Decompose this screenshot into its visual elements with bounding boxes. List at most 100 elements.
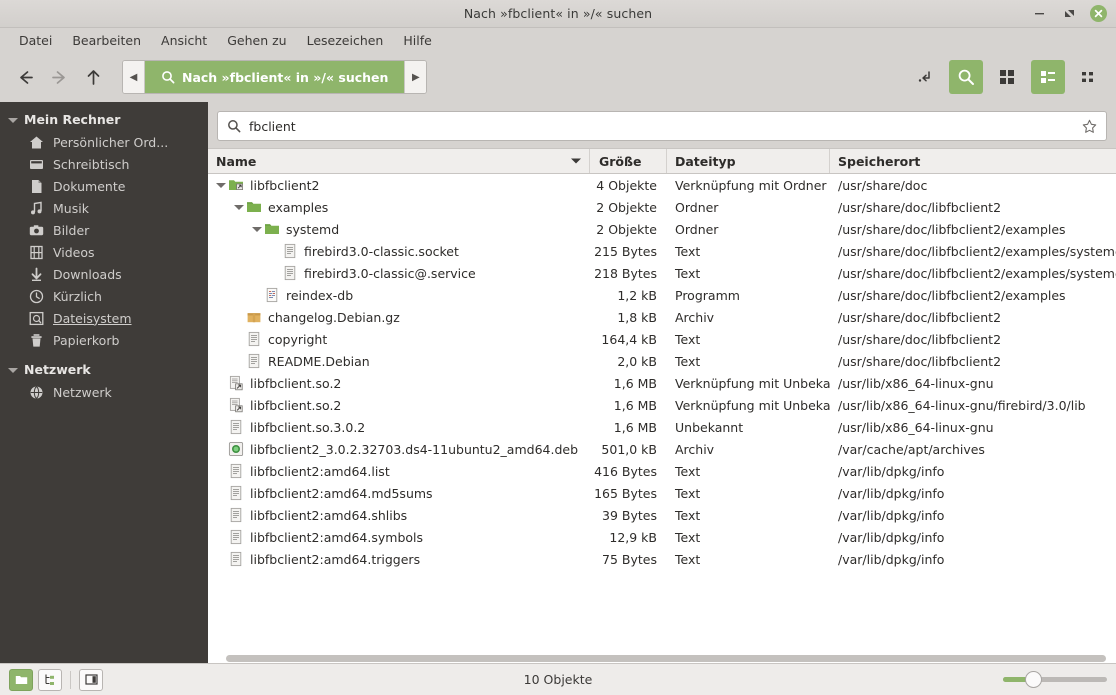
text-file-icon [228, 485, 244, 501]
table-row[interactable]: libfbclient2:amd64.list 416 Bytes Text/var… [208, 460, 1116, 482]
status-separator [70, 670, 71, 689]
sidebar-item-musik[interactable]: Musik [0, 197, 208, 219]
close-icon[interactable] [1090, 5, 1107, 22]
scrollbar-thumb[interactable] [226, 655, 1106, 662]
path-scroll-right-button[interactable]: ▶ [404, 61, 427, 93]
file-list[interactable]: libfbclient2 4 Objekte Verknüpfung mit Ord… [208, 174, 1116, 654]
expander-placeholder [232, 332, 246, 346]
table-row[interactable]: changelog.Debian.gz 1,8 kB Archiv/usr/shar… [208, 306, 1116, 328]
column-header-size[interactable]: Größe [590, 149, 667, 173]
expander-placeholder [214, 464, 228, 478]
expander-placeholder [214, 442, 228, 456]
document-icon [28, 178, 44, 194]
sidebar-item-dateisystem[interactable]: Dateisystem [0, 307, 208, 329]
sidebar-group-netzwerk[interactable]: Netzwerk [0, 358, 208, 381]
path-scroll-left-button[interactable]: ◀ [123, 61, 145, 93]
sidebar-toggle[interactable] [79, 668, 103, 691]
file-name-label: copyright [268, 331, 328, 347]
slider-knob[interactable] [1025, 671, 1042, 688]
expander-open-icon[interactable] [214, 178, 228, 192]
table-row[interactable]: libfbclient2 4 Objekte Verknüpfung mit Ord… [208, 174, 1116, 196]
table-row[interactable]: libfbclient2:amd64.triggers 75 Bytes Text /… [208, 548, 1116, 570]
table-row[interactable]: libfbclient.so.2 1,6 MB Verknüpfung mit Un… [208, 394, 1116, 416]
star-icon[interactable] [1082, 119, 1097, 134]
script-file-icon [264, 287, 280, 303]
table-row[interactable]: systemd 2 Objekte Ordner/usr/share/doc/lib… [208, 218, 1116, 240]
expander-open-icon[interactable] [232, 200, 246, 214]
breadcrumb[interactable]: Nach »fbclient« in »/« suchen [145, 61, 405, 93]
icon-view-toggle[interactable] [9, 668, 33, 691]
table-row[interactable]: reindex-db 1,2 kB Programm/usr/share/doc/l… [208, 284, 1116, 306]
table-row[interactable]: libfbclient.so.3.0.2 1,6 MB Unbekannt/usr/… [208, 416, 1116, 438]
list-view-icon[interactable] [1031, 60, 1065, 94]
camera-icon [28, 222, 44, 238]
table-row[interactable]: copyright 164,4 kB Text/usr/share/doc/libf… [208, 328, 1116, 350]
table-row[interactable]: libfbclient2:amd64.md5sums 165 Bytes Text /… [208, 482, 1116, 504]
file-name-cell: libfbclient2:amd64.triggers [208, 551, 590, 567]
column-header-name[interactable]: Name [208, 149, 590, 173]
tree-view-toggle[interactable] [38, 668, 62, 691]
menu-gehen-zu[interactable]: Gehen zu [218, 30, 295, 51]
menu-bearbeiten[interactable]: Bearbeiten [63, 30, 150, 51]
restore-icon[interactable] [1060, 5, 1078, 23]
column-header-type[interactable]: Dateityp [667, 149, 830, 173]
sidebar-item-kuerzlich[interactable]: Kürzlich [0, 285, 208, 307]
file-name-cell: copyright [208, 331, 590, 347]
compact-view-icon[interactable] [1072, 60, 1106, 94]
forward-arrow-icon[interactable] [42, 60, 76, 94]
grid-view-icon[interactable] [990, 60, 1024, 94]
column-header-label: Dateityp [675, 153, 736, 169]
sidebar-item-bilder[interactable]: Bilder [0, 219, 208, 241]
table-row[interactable]: firebird3.0-classic.socket 215 Bytes Text /… [208, 240, 1116, 262]
search-button[interactable] [949, 60, 983, 94]
search-input[interactable]: fbclient [217, 111, 1107, 141]
zoom-slider[interactable] [1003, 671, 1107, 688]
sidebar-item-persoenlicher-ordner[interactable]: Persönlicher Ord... [0, 131, 208, 153]
file-type-cell: Text [675, 551, 701, 567]
sidebar-item-dokumente[interactable]: Dokumente [0, 175, 208, 197]
terminal-prompt-icon[interactable] [908, 60, 942, 94]
file-size-cell: 2 Objekte [596, 221, 657, 237]
menu-ansicht[interactable]: Ansicht [152, 30, 216, 51]
file-location-cell: /usr/lib/x86_64-linux-gnu [838, 375, 994, 391]
sidebar-item-downloads[interactable]: Downloads [0, 263, 208, 285]
minimize-icon[interactable] [1030, 5, 1048, 23]
expander-open-icon[interactable] [250, 222, 264, 236]
sidebar-item-label: Bilder [53, 222, 90, 238]
sidebar-item-videos[interactable]: Videos [0, 241, 208, 263]
sidebar-item-papierkorb[interactable]: Papierkorb [0, 329, 208, 351]
horizontal-scrollbar[interactable] [208, 654, 1116, 663]
menu-hilfe[interactable]: Hilfe [394, 30, 440, 51]
sidebar-group-mein-rechner[interactable]: Mein Rechner [0, 108, 208, 131]
table-row[interactable]: examples 2 Objekte Ordner/usr/share/doc/li… [208, 196, 1116, 218]
sidebar-item-schreibtisch[interactable]: Schreibtisch [0, 153, 208, 175]
table-row[interactable]: firebird3.0-classic@.service 218 Bytes Tex… [208, 262, 1116, 284]
expander-placeholder [214, 398, 228, 412]
menu-lesezeichen[interactable]: Lesezeichen [298, 30, 393, 51]
file-name-cell: libfbclient.so.2 [208, 375, 590, 391]
back-arrow-icon[interactable] [8, 60, 42, 94]
sidebar-group-label: Mein Rechner [24, 112, 121, 127]
column-header-location[interactable]: Speicherort [830, 149, 1116, 173]
sidebar-item-netzwerk[interactable]: Netzwerk [0, 381, 208, 403]
title-bar: Nach »fbclient« in »/« suchen [0, 0, 1116, 28]
file-name-label: firebird3.0-classic.socket [304, 243, 459, 259]
table-row[interactable]: libfbclient2:amd64.symbols 12,9 kB Text/va… [208, 526, 1116, 548]
sidebar-item-label: Netzwerk [53, 384, 112, 400]
file-location-cell: /usr/share/doc/libfbclient2 [838, 353, 1002, 369]
file-size-cell: 12,9 kB [609, 529, 657, 545]
file-name-label: libfbclient2_3.0.2.32703.ds4-11ubuntu2_a… [250, 441, 579, 457]
file-size-cell: 164,4 kB [601, 331, 657, 347]
file-location-cell: /usr/share/doc/libfbclient2 [838, 309, 1002, 325]
file-type-cell: Text [675, 529, 701, 545]
menu-datei[interactable]: Datei [10, 30, 61, 51]
table-row[interactable]: libfbclient.so.2 1,6 MB Verknüpfung mit Un… [208, 372, 1116, 394]
text-file-icon [228, 507, 244, 523]
table-row[interactable]: README.Debian 2,0 kB Text/usr/share/doc/li… [208, 350, 1116, 372]
table-row[interactable]: libfbclient2_3.0.2.32703.ds4-11ubuntu2_a… [208, 438, 1116, 460]
text-file-icon [246, 331, 262, 347]
file-size-cell: 1,6 MB [613, 397, 657, 413]
up-arrow-icon[interactable] [76, 60, 110, 94]
table-row[interactable]: libfbclient2:amd64.shlibs 39 Bytes Text/va… [208, 504, 1116, 526]
